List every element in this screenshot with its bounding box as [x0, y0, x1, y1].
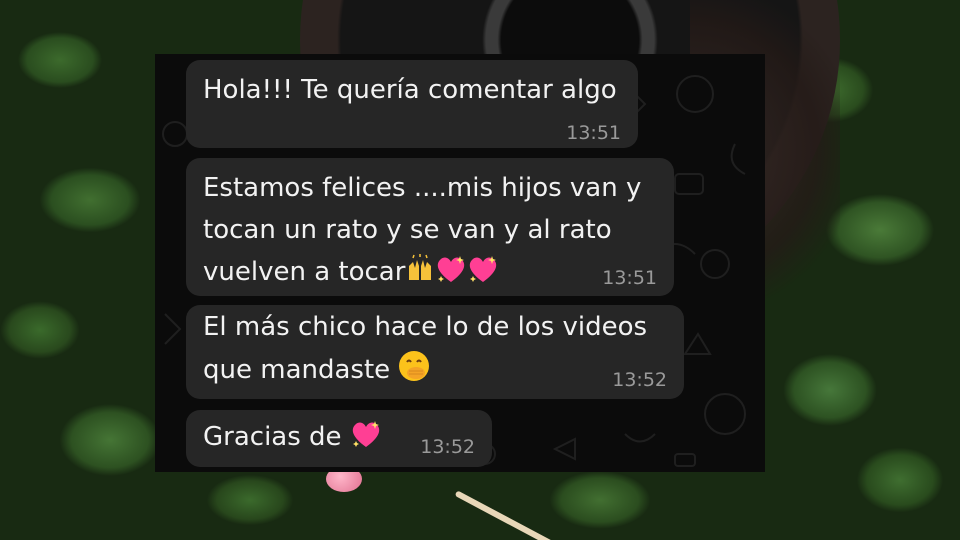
raising-hands-icon: [405, 254, 435, 297]
message-timestamp: 13:52: [420, 436, 475, 458]
message-bubble[interactable]: Hola!!! Te quería comentar algo 13:51: [186, 60, 638, 148]
face-with-hand-over-mouth-icon: [398, 350, 430, 396]
message-text: Estamos felices ....mis hijos van y tocan…: [186, 158, 674, 297]
message-text: Hola!!! Te quería comentar algo: [203, 75, 617, 105]
message-timestamp: 13:51: [602, 267, 657, 289]
sparkling-heart-icon: [467, 254, 499, 297]
message-bubble[interactable]: El más chico hace lo de los videos que ma…: [186, 305, 684, 399]
message-bubble[interactable]: Estamos felices ....mis hijos van y tocan…: [186, 158, 674, 296]
sparkling-heart-icon: [350, 419, 382, 461]
chat-window[interactable]: Hola!!! Te quería comentar algo 13:51 Es…: [155, 54, 765, 472]
message-bubble[interactable]: Gracias de 13:52: [186, 410, 492, 467]
message-timestamp: 13:52: [612, 369, 667, 391]
message-timestamp: 13:51: [566, 122, 621, 144]
stick: [454, 490, 555, 540]
sparkling-heart-icon: [435, 254, 467, 297]
message-text: El más chico hace lo de los videos que ma…: [186, 305, 684, 396]
